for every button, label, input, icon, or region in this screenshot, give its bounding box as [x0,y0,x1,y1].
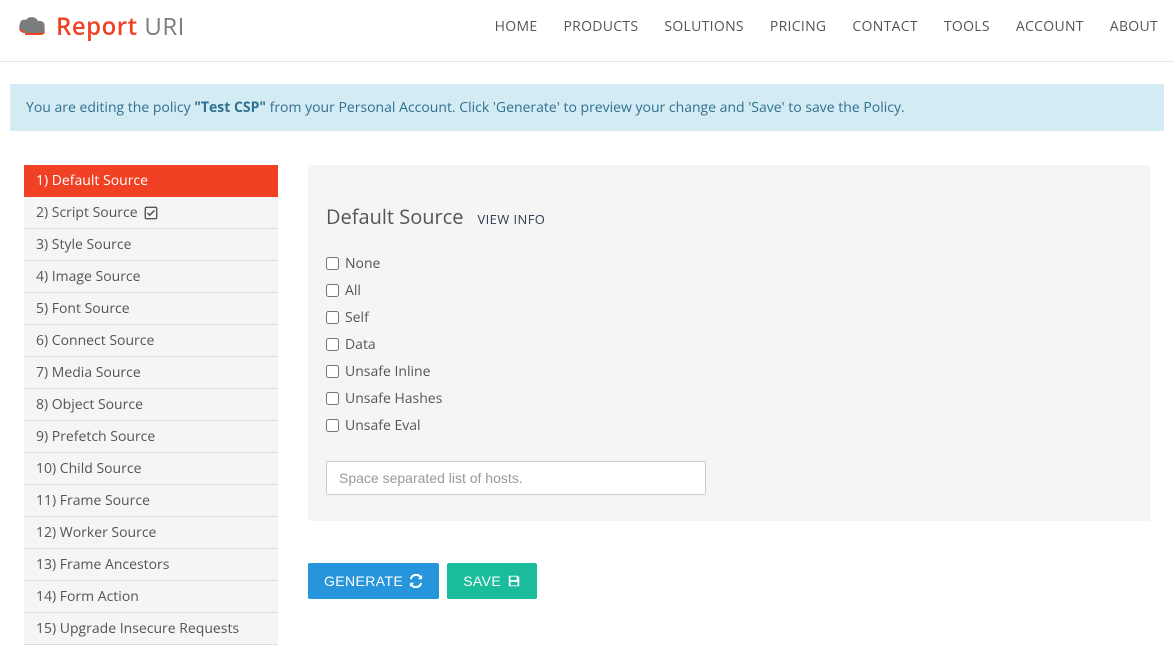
sidebar-item[interactable]: 2) Script Source [24,197,278,229]
sidebar-item-label: 15) Upgrade Insecure Requests [36,619,239,638]
hosts-input[interactable] [326,461,706,495]
source-option-checkbox[interactable] [326,311,339,324]
panel-title: Default Source [326,203,463,230]
save-icon [507,574,521,588]
nav-about[interactable]: ABOUT [1110,17,1158,36]
sidebar-item-label: 9) Prefetch Source [36,427,155,446]
edit-policy-alert: You are editing the policy "Test CSP" fr… [10,84,1164,131]
source-option-checkbox[interactable] [326,392,339,405]
content: 1) Default Source 2) Script Source 3) Styl… [0,131,1174,645]
source-option[interactable]: Data [326,335,1132,354]
generate-button[interactable]: GENERATE [308,563,439,599]
sidebar-item-label: 14) Form Action [36,587,139,606]
sidebar-item[interactable]: 15) Upgrade Insecure Requests [24,613,278,645]
sidebar-item-label: 4) Image Source [36,267,141,286]
source-option[interactable]: None [326,254,1132,273]
sidebar-item-label: 11) Frame Source [36,491,150,510]
sidebar-item-label: 12) Worker Source [36,523,156,542]
sidebar-item[interactable]: 14) Form Action [24,581,278,613]
source-option-checkbox[interactable] [326,284,339,297]
logo[interactable]: Report URI [16,10,185,43]
source-option-checkbox[interactable] [326,338,339,351]
nav-contact[interactable]: CONTACT [852,17,917,36]
main-column: Default Source VIEW INFO None All Self Data… [308,165,1150,645]
save-label: SAVE [463,573,501,589]
sidebar-item[interactable]: 6) Connect Source [24,325,278,357]
save-button[interactable]: SAVE [447,563,537,599]
sidebar-item-label: 7) Media Source [36,363,141,382]
source-option-label: Self [345,308,369,327]
panel-header: Default Source VIEW INFO [326,203,1132,230]
sidebar-item[interactable]: 5) Font Source [24,293,278,325]
sidebar-item[interactable]: 13) Frame Ancestors [24,549,278,581]
sidebar-item-label: 2) Script Source [36,203,138,222]
sidebar-item[interactable]: 10) Child Source [24,453,278,485]
sidebar-item-label: 10) Child Source [36,459,141,478]
source-option-label: Data [345,335,376,354]
sidebar-item-label: 5) Font Source [36,299,130,318]
sidebar-item[interactable]: 1) Default Source [24,165,278,197]
sidebar-item-label: 13) Frame Ancestors [36,555,169,574]
sidebar-item[interactable]: 3) Style Source [24,229,278,261]
sidebar-item[interactable]: 7) Media Source [24,357,278,389]
source-option-checkbox[interactable] [326,257,339,270]
cloud-icon [16,15,50,39]
nav-pricing[interactable]: PRICING [770,17,827,36]
source-options: None All Self Data Unsafe Inline Unsafe Hashe… [326,254,1132,435]
sidebar-item-label: 1) Default Source [36,171,148,190]
logo-text: Report URI [56,10,185,43]
header: Report URI HOME PRODUCTS SOLUTIONS PRICI… [0,0,1174,62]
view-info-link[interactable]: VIEW INFO [477,210,545,228]
nav-account[interactable]: ACCOUNT [1016,17,1084,36]
source-option-label: None [345,254,380,273]
sidebar-item-label: 8) Object Source [36,395,143,414]
source-option-label: Unsafe Hashes [345,389,442,408]
source-option[interactable]: Unsafe Eval [326,416,1132,435]
source-option-label: Unsafe Eval [345,416,421,435]
sidebar-item[interactable]: 12) Worker Source [24,517,278,549]
source-option-checkbox[interactable] [326,365,339,378]
nav-solutions[interactable]: SOLUTIONS [664,17,744,36]
source-option-label: Unsafe Inline [345,362,430,381]
source-option[interactable]: Self [326,308,1132,327]
sidebar-item[interactable]: 4) Image Source [24,261,278,293]
sidebar-item[interactable]: 8) Object Source [24,389,278,421]
source-option[interactable]: Unsafe Inline [326,362,1132,381]
main-nav: HOME PRODUCTS SOLUTIONS PRICING CONTACT … [495,17,1158,36]
source-option-checkbox[interactable] [326,419,339,432]
sidebar-item[interactable]: 11) Frame Source [24,485,278,517]
directive-panel: Default Source VIEW INFO None All Self Data… [308,165,1150,521]
nav-products[interactable]: PRODUCTS [563,17,638,36]
source-option[interactable]: All [326,281,1132,300]
directive-sidebar: 1) Default Source 2) Script Source 3) Styl… [24,165,278,645]
nav-tools[interactable]: TOOLS [944,17,990,36]
nav-home[interactable]: HOME [495,17,538,36]
generate-label: GENERATE [324,573,403,589]
source-option[interactable]: Unsafe Hashes [326,389,1132,408]
check-icon [144,206,158,220]
refresh-icon [409,574,423,588]
source-option-label: All [345,281,361,300]
sidebar-item-label: 3) Style Source [36,235,131,254]
action-buttons: GENERATE SAVE [308,563,1150,599]
sidebar-item-label: 6) Connect Source [36,331,154,350]
sidebar-item[interactable]: 9) Prefetch Source [24,421,278,453]
